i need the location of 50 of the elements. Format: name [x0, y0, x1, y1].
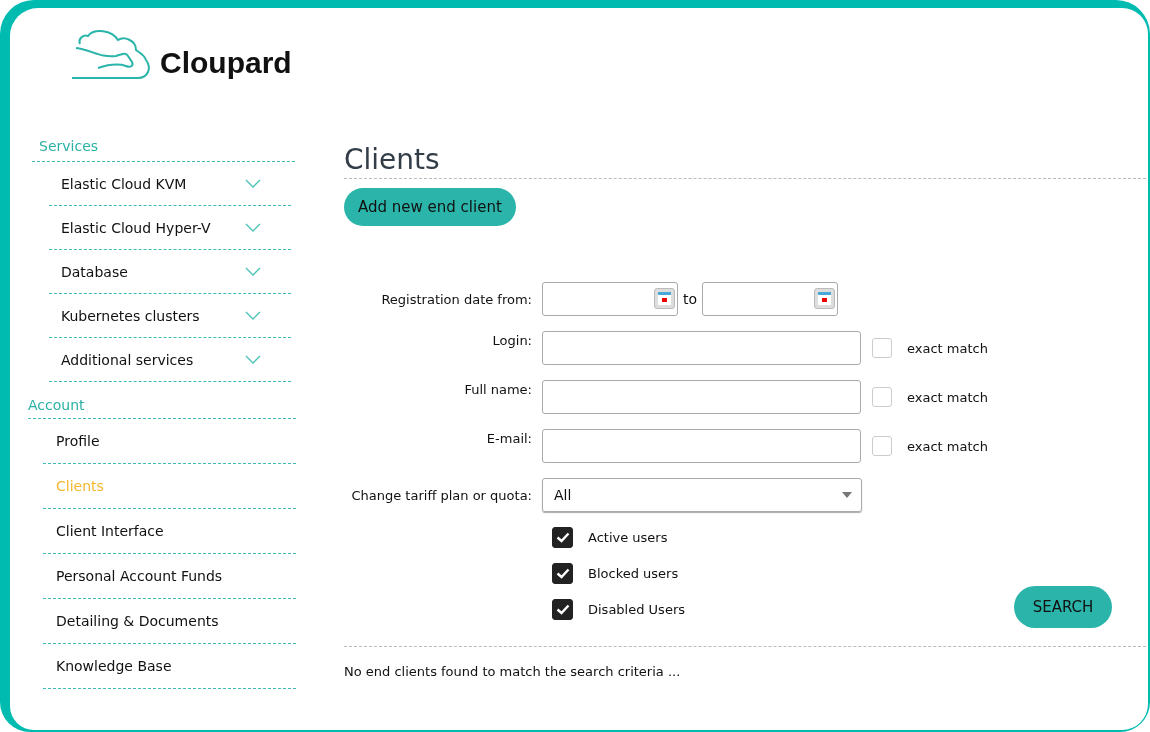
sidebar-item[interactable]: Database	[49, 250, 291, 294]
result-message: No end clients found to match the search criteria ...	[344, 664, 682, 679]
chevron-down-icon	[245, 223, 261, 232]
checkbox-label: Disabled Users	[588, 602, 685, 617]
input-field[interactable]	[542, 331, 861, 365]
sidebar-item[interactable]: Elastic Cloud Hyper-V	[49, 206, 291, 250]
chevron-down-icon	[245, 179, 261, 188]
sidebar-item[interactable]: Detailing & Documents	[43, 599, 296, 644]
sidebar-item[interactable]: Elastic Cloud KVM	[49, 162, 291, 206]
checkbox-label: exact match	[907, 389, 988, 405]
sidebar-item[interactable]: Kubernetes clusters	[49, 294, 291, 338]
checkbox[interactable]	[552, 527, 573, 548]
sidebar-section-title: Services	[32, 138, 295, 162]
checkbox-label: exact match	[907, 438, 988, 454]
sidebar-item[interactable]: Profile	[43, 419, 296, 464]
sidebar-item[interactable]: Client Interface	[43, 509, 296, 554]
calendar-icon[interactable]	[814, 288, 836, 309]
sidebar-item[interactable]: Additional services	[49, 338, 291, 382]
sidebar-section-title: Account	[28, 397, 296, 419]
field-label: Change tariff plan or quota:	[350, 487, 533, 503]
search-button[interactable]: SEARCH	[1014, 586, 1112, 628]
tariff-dropdown[interactable]: All	[542, 478, 862, 512]
checkmark-icon	[555, 604, 570, 615]
sidebar-item[interactable]: Personal Account Funds	[43, 554, 296, 599]
checkmark-icon	[555, 568, 570, 579]
chevron-down-icon	[245, 311, 261, 320]
dropdown-arrow-icon	[842, 492, 852, 498]
checkbox-label: exact match	[907, 340, 988, 356]
date-from-field[interactable]	[542, 282, 678, 316]
add-client-button[interactable]: Add new end client	[344, 188, 516, 226]
field-label: Registration date from:	[380, 291, 533, 307]
chevron-down-icon	[245, 267, 261, 276]
field-label: E-mail:	[485, 431, 533, 446]
cloud-logo-icon	[72, 28, 152, 80]
checkbox-label: Blocked users	[588, 566, 679, 581]
date-separator: to	[683, 291, 698, 307]
field-label: Full name:	[463, 382, 533, 397]
chevron-down-icon	[245, 355, 261, 364]
input-field[interactable]	[542, 429, 861, 463]
input-field[interactable]	[542, 380, 861, 414]
field-label: Login:	[491, 333, 533, 348]
page-title: Clients	[344, 143, 441, 178]
checkmark-icon	[555, 532, 570, 543]
checkbox-label: Active users	[588, 530, 668, 545]
date-to-field[interactable]	[702, 282, 839, 316]
logo-text: Cloupard	[160, 48, 292, 78]
checkbox[interactable]	[552, 563, 573, 584]
checkbox[interactable]	[552, 599, 573, 620]
calendar-icon[interactable]	[654, 288, 675, 309]
sidebar-item[interactable]: Knowledge Base	[43, 644, 296, 689]
